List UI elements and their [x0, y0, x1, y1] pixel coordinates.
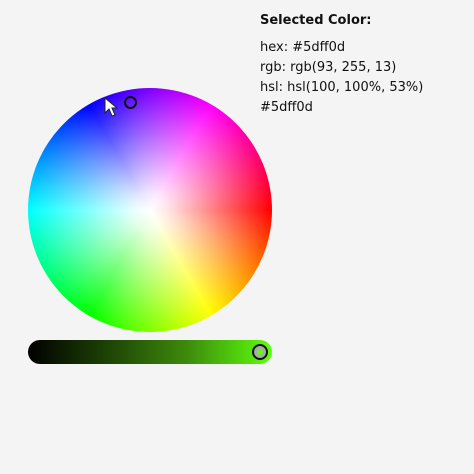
selected-color-panel: Selected Color: hex: #5dff0d rgb: rgb(93…	[260, 14, 465, 121]
hex-plain-value: #5dff0d	[260, 100, 313, 115]
value-slider-track[interactable]	[28, 340, 272, 364]
hex-value: hex: #5dff0d	[260, 40, 346, 55]
color-wheel-container[interactable]	[28, 88, 272, 332]
color-picker-page: Selected Color: hex: #5dff0d rgb: rgb(93…	[0, 0, 474, 474]
hsl-value: hsl: hsl(100, 100%, 53%)	[260, 80, 424, 95]
arrow-cursor-icon	[104, 97, 118, 117]
color-wheel[interactable]	[28, 88, 272, 332]
color-wheel-handle[interactable]	[124, 96, 137, 109]
value-slider-handle[interactable]	[252, 344, 268, 360]
selected-color-title: Selected Color:	[260, 13, 372, 28]
rgb-value: rgb: rgb(93, 255, 13)	[260, 60, 397, 75]
